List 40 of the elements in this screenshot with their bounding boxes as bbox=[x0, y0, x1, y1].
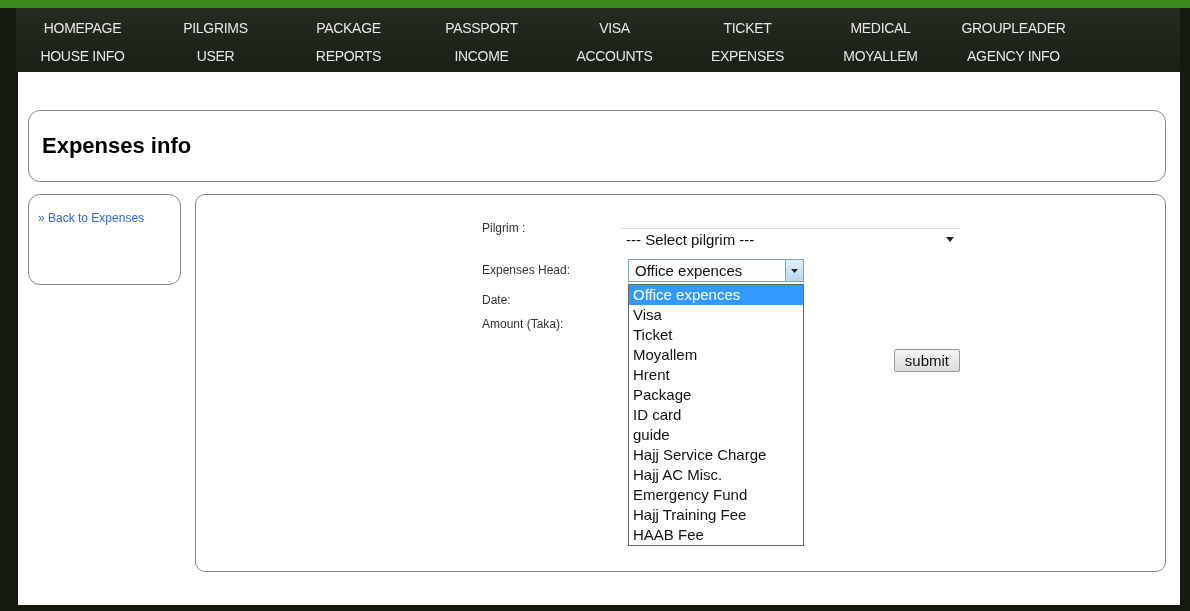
pilgrim-select[interactable]: --- Select pilgrim --- bbox=[620, 228, 960, 250]
field-label: Expenses Head: bbox=[482, 263, 572, 277]
nav-link[interactable]: MEDICAL bbox=[814, 14, 947, 42]
nav-link[interactable]: USER bbox=[149, 42, 282, 70]
caret-icon bbox=[946, 237, 954, 242]
nav-link[interactable]: PASSPORT bbox=[415, 14, 548, 42]
dropdown-option[interactable]: Ticket bbox=[629, 325, 803, 345]
field-label: Amount (Taka): bbox=[482, 317, 565, 331]
dropdown-option[interactable]: guide bbox=[629, 425, 803, 445]
dropdown-button[interactable] bbox=[785, 260, 803, 281]
back-link[interactable]: » Back to Expenses bbox=[38, 211, 145, 225]
dropdown-option[interactable]: Hajj Training Fee bbox=[629, 505, 803, 525]
nav-link[interactable]: HOUSE INFO bbox=[16, 42, 149, 70]
dropdown-option[interactable]: HAAB Fee bbox=[629, 525, 803, 545]
submit-button[interactable]: submit bbox=[893, 349, 960, 372]
dropdown-option[interactable]: Emergency Fund bbox=[629, 485, 803, 505]
dropdown-option[interactable]: Package bbox=[629, 385, 803, 405]
nav-link[interactable]: PILGRIMS bbox=[149, 14, 282, 42]
dropdown-option[interactable]: Hrent bbox=[629, 365, 803, 385]
nav-link[interactable]: ACCOUNTS bbox=[548, 42, 681, 70]
nav-link[interactable]: MOYALLEM bbox=[814, 42, 947, 70]
nav-link[interactable]: INCOME bbox=[415, 42, 548, 70]
dropdown-option[interactable]: ID card bbox=[629, 405, 803, 425]
field-label: Pilgrim : bbox=[482, 221, 527, 235]
nav-link[interactable]: VISA bbox=[548, 14, 681, 42]
nav-link[interactable]: HOMEPAGE bbox=[16, 14, 149, 42]
nav-link[interactable]: EXPENSES bbox=[681, 42, 814, 70]
nav-link[interactable]: AGENCY INFO bbox=[947, 42, 1080, 70]
nav-link[interactable]: PACKAGE bbox=[282, 14, 415, 42]
nav-link[interactable]: TICKET bbox=[681, 14, 814, 42]
page-title: Expenses info bbox=[42, 133, 192, 159]
expenses-head-select[interactable]: Office expences bbox=[628, 259, 804, 282]
dropdown-option[interactable]: Hajj Service Charge bbox=[629, 445, 803, 465]
field-label: Date: bbox=[482, 293, 512, 307]
dropdown-option[interactable]: Hajj AC Misc. bbox=[629, 465, 803, 485]
caret-icon bbox=[791, 268, 798, 273]
nav-link[interactable]: GROUPLEADER bbox=[947, 14, 1080, 42]
nav-link[interactable]: REPORTS bbox=[282, 42, 415, 70]
dropdown-option[interactable]: Moyallem bbox=[629, 345, 803, 365]
dropdown-option[interactable]: Visa bbox=[629, 305, 803, 325]
